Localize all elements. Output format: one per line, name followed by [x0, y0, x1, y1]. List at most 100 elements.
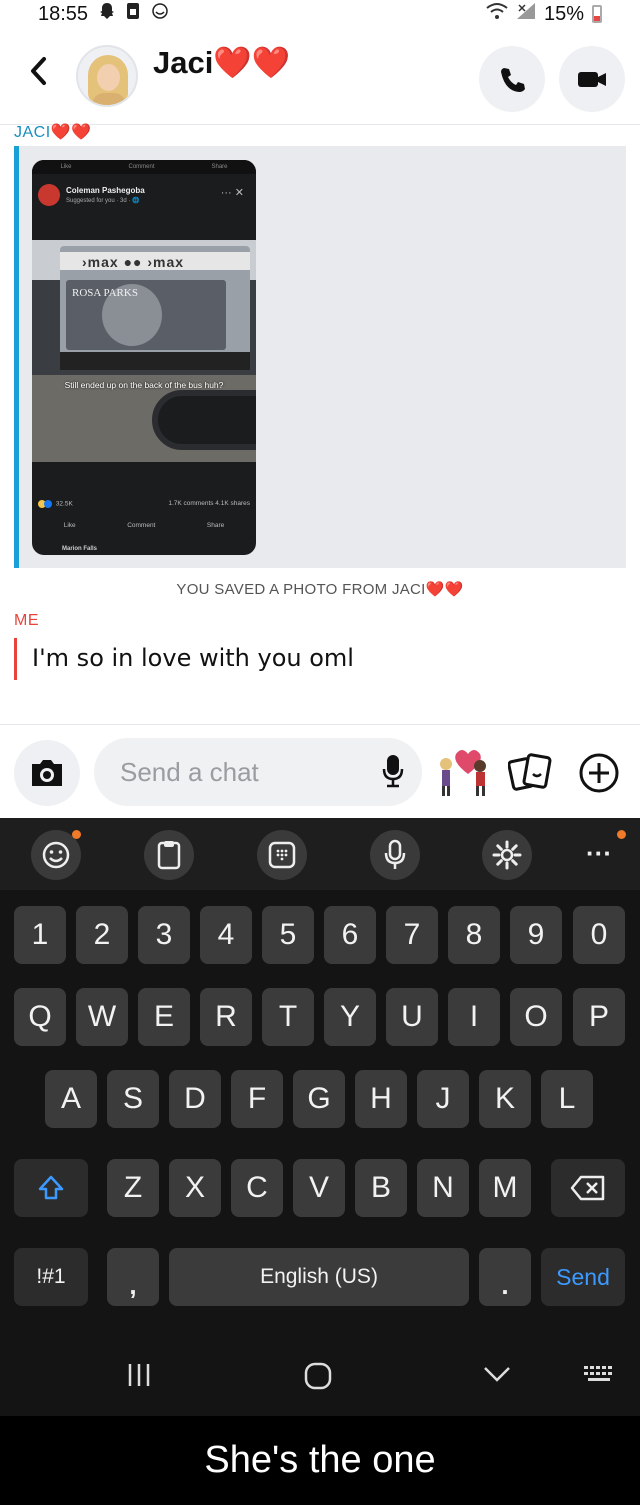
page-logo	[38, 184, 60, 206]
shift-arrow-icon	[38, 1175, 64, 1200]
home-button[interactable]	[304, 1362, 332, 1395]
sender-label-me: ME	[14, 612, 39, 629]
key-p[interactable]: P	[573, 988, 625, 1046]
key-4[interactable]: 4	[200, 906, 252, 964]
key-0[interactable]: 0	[573, 906, 625, 964]
fb-top-actions: Like Comment Share	[32, 160, 256, 174]
sim-card-icon	[126, 2, 140, 26]
reaction-count: 32.5K	[55, 500, 73, 508]
keyboard-icon	[584, 1366, 612, 1381]
navigation-bar	[0, 1340, 640, 1416]
key-g[interactable]: G	[293, 1070, 345, 1128]
comment-label: Comment	[127, 522, 156, 529]
saved-photo-note: YOU SAVED A PHOTO FROM JACI❤️❤️	[176, 581, 464, 598]
symbols-key[interactable]: !#1	[14, 1248, 88, 1306]
post-caption: Still ended up on the back of the bus hu…	[64, 380, 224, 390]
battery-percent: 15%	[543, 2, 584, 25]
avatar[interactable]	[76, 45, 138, 107]
key-c[interactable]: C	[231, 1159, 283, 1217]
clipboard-icon	[157, 841, 181, 870]
key-s[interactable]: S	[107, 1070, 159, 1128]
key-7[interactable]: 7	[386, 906, 438, 964]
shift-key[interactable]	[14, 1159, 88, 1217]
bitmoji-button[interactable]	[434, 744, 494, 800]
keyboard-settings-button[interactable]	[482, 830, 532, 880]
key-5[interactable]: 5	[262, 906, 314, 964]
chat-header: Jaci❤️❤️	[0, 40, 640, 120]
key-z[interactable]: Z	[107, 1159, 159, 1217]
facebook-post-screenshot[interactable]: Like Comment Share Coleman Pashegoba Sug…	[32, 160, 256, 555]
recents-icon	[128, 1364, 150, 1386]
chat-input-container	[94, 738, 422, 806]
key-9[interactable]: 9	[510, 906, 562, 964]
send-key[interactable]: Send	[541, 1248, 625, 1306]
clipboard-button[interactable]	[144, 830, 194, 880]
space-key[interactable]: English (US)	[169, 1248, 469, 1306]
status-bar: 18:55 15%	[0, 0, 640, 28]
key-r[interactable]: R	[200, 988, 252, 1046]
post-meta: Suggested for you · 3d · 🌐	[66, 198, 140, 204]
key-i[interactable]: I	[448, 988, 500, 1046]
key-3[interactable]: 3	[138, 906, 190, 964]
fb-post-header: Coleman Pashegoba Suggested for you · 3d…	[38, 184, 250, 208]
key-2[interactable]: 2	[76, 906, 128, 964]
video-call-button[interactable]	[559, 46, 625, 112]
key-x[interactable]: X	[169, 1159, 221, 1217]
keypad-button[interactable]	[257, 830, 307, 880]
key-u[interactable]: U	[386, 988, 438, 1046]
chevron-left-icon	[31, 57, 46, 85]
chat-input[interactable]	[120, 752, 370, 792]
key-n[interactable]: N	[417, 1159, 469, 1217]
sticker-cards-icon	[507, 753, 552, 791]
key-o[interactable]: O	[510, 988, 562, 1046]
key-6[interactable]: 6	[324, 906, 376, 964]
side-mirror	[152, 390, 256, 450]
meme-caption: She's the one	[0, 1416, 640, 1505]
shared-snap[interactable]: Like Comment Share Coleman Pashegoba Sug…	[14, 146, 626, 568]
key-a[interactable]: A	[45, 1070, 97, 1128]
key-8[interactable]: 8	[448, 906, 500, 964]
voice-call-button[interactable]	[479, 46, 545, 112]
contact-name[interactable]: Jaci❤️❤️	[153, 44, 291, 81]
snapchat-ghost-icon	[98, 2, 116, 26]
key-b[interactable]: B	[355, 1159, 407, 1217]
key-f[interactable]: F	[231, 1070, 283, 1128]
comma-key[interactable]: ,	[107, 1248, 159, 1306]
stickers-button[interactable]	[507, 752, 552, 797]
back-button[interactable]	[28, 56, 48, 95]
voice-input-button[interactable]	[370, 830, 420, 880]
key-y[interactable]: Y	[324, 988, 376, 1046]
post-menu: ··· ✕	[220, 187, 244, 199]
period-key[interactable]: .	[479, 1248, 531, 1306]
wifi-icon	[486, 2, 508, 26]
key-d[interactable]: D	[169, 1070, 221, 1128]
phone-icon	[501, 68, 525, 92]
battery-icon	[592, 5, 602, 23]
camera-button[interactable]	[14, 740, 80, 806]
key-t[interactable]: T	[262, 988, 314, 1046]
key-k[interactable]: K	[479, 1070, 531, 1128]
emoji-notification-dot	[72, 830, 81, 839]
key-1[interactable]: 1	[14, 906, 66, 964]
keyboard: ··· 1 2 3 4 5 6 7 8 9 0 Q W E R T Y U I …	[0, 818, 640, 1416]
hide-keyboard-button[interactable]	[482, 1362, 512, 1391]
gear-icon	[492, 840, 522, 870]
home-icon	[304, 1362, 332, 1390]
toolbar-more-button[interactable]: ···	[586, 838, 612, 869]
recent-apps-button[interactable]	[126, 1362, 152, 1393]
key-l[interactable]: L	[541, 1070, 593, 1128]
next-post-name: Marion Falls	[62, 546, 98, 552]
microphone-icon[interactable]	[382, 754, 404, 793]
key-h[interactable]: H	[355, 1070, 407, 1128]
key-j[interactable]: J	[417, 1070, 469, 1128]
key-q[interactable]: Q	[14, 988, 66, 1046]
more-options-button[interactable]	[578, 752, 620, 799]
message-text[interactable]: I'm so in love with you oml	[32, 644, 354, 672]
backspace-key[interactable]	[551, 1159, 625, 1217]
key-e[interactable]: E	[138, 988, 190, 1046]
key-m[interactable]: M	[479, 1159, 531, 1217]
sender-label-jaci: JACI❤️❤️	[14, 124, 92, 141]
key-w[interactable]: W	[76, 988, 128, 1046]
key-v[interactable]: V	[293, 1159, 345, 1217]
switch-keyboard-button[interactable]	[582, 1362, 616, 1393]
